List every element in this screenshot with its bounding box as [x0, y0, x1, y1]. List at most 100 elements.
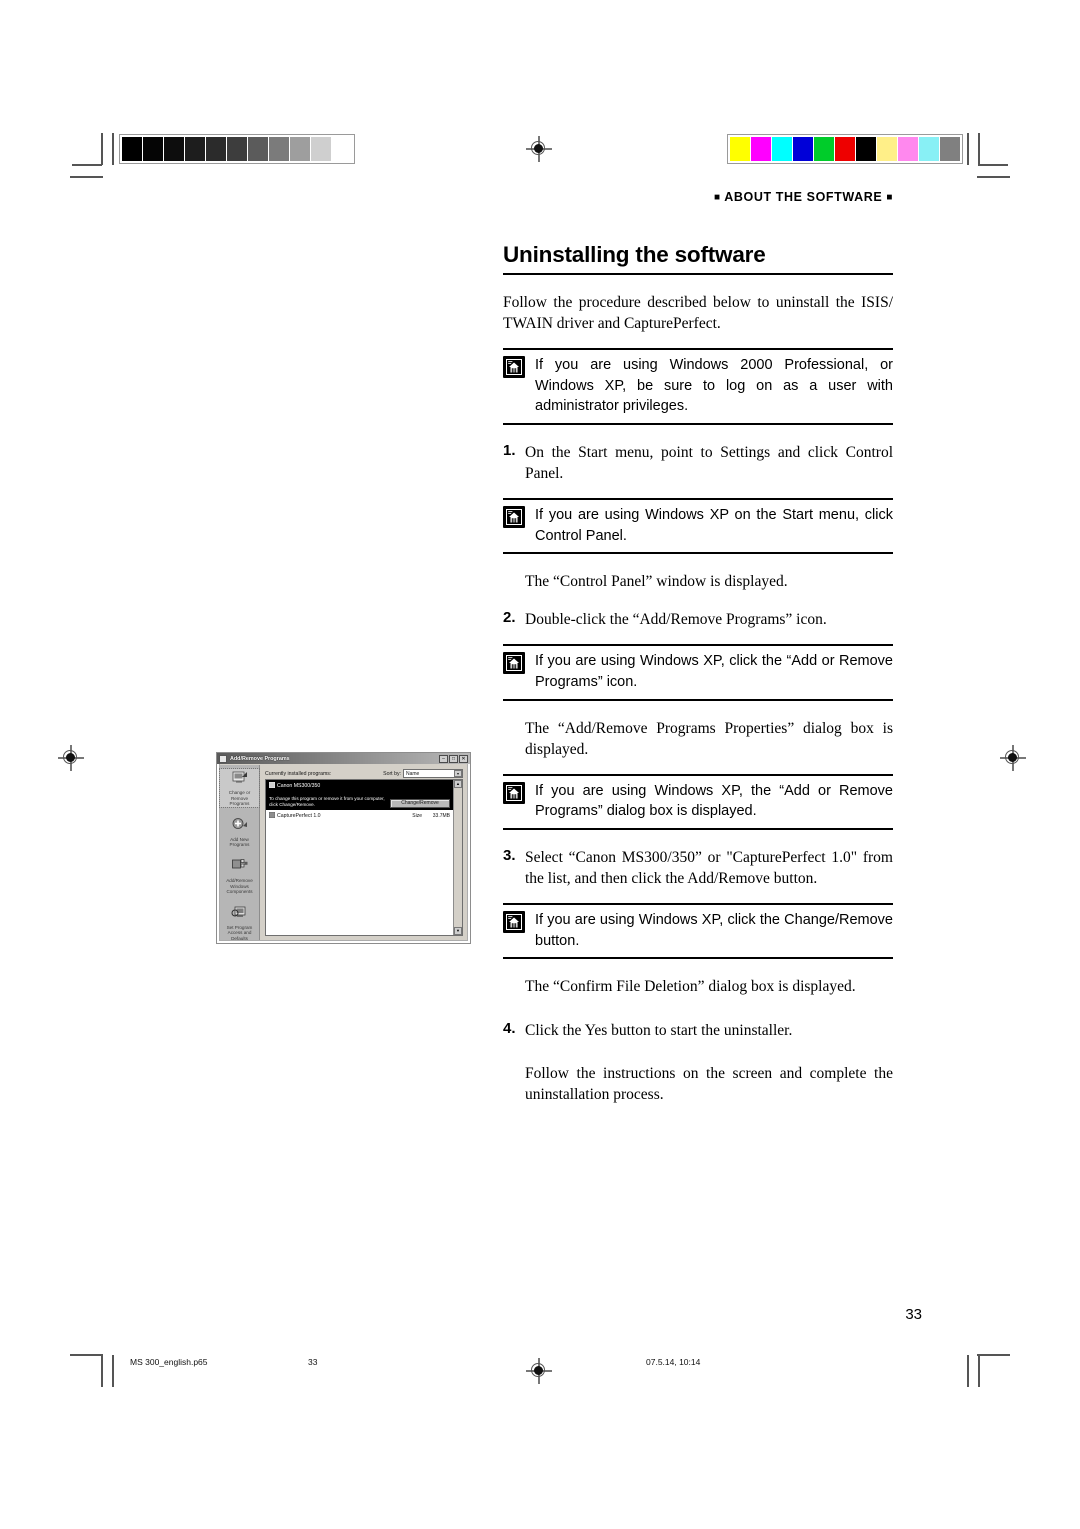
list-scrollbar[interactable]: ▲ ▼	[453, 780, 462, 935]
crop-mark-bottom-right-v	[978, 1355, 980, 1387]
intro-paragraph: Follow the procedure described below to …	[503, 294, 893, 333]
note-callout-1: If you are using Windows 2000 Profession…	[503, 348, 893, 425]
sort-by-value: Name	[406, 770, 420, 777]
scroll-up-arrow-icon[interactable]: ▲	[454, 780, 462, 788]
note-callout-5: If you are using Windows XP, click the C…	[503, 902, 893, 960]
dialog-sidebar: Change or Remove Programs Add New Progra…	[219, 765, 260, 942]
minimize-button[interactable]: –	[439, 754, 448, 763]
crop-mark-bottom-right-v2	[967, 1355, 969, 1387]
color-swatch	[814, 137, 834, 161]
size-value: 33.7MB	[432, 812, 450, 819]
page-number: 33	[905, 1306, 922, 1323]
change-remove-button[interactable]: Change/Remove	[390, 798, 450, 808]
step-1-result: The “Control Panel” window is displayed.	[525, 573, 788, 591]
crop-mark-top-right-h	[978, 164, 1008, 166]
step-4: 4. Click the Yes button to start the uni…	[503, 1020, 893, 1041]
color-swatch	[772, 137, 792, 161]
set-program-access-defaults-icon	[231, 906, 249, 924]
crop-mark-bottom-right-h	[977, 1354, 1010, 1356]
list-item[interactable]: CapturePerfect 1.0 Size 33.7MB	[266, 810, 453, 822]
sidebar-item-change-remove-programs[interactable]: Change or Remove Programs	[219, 768, 260, 808]
note-icon	[503, 652, 525, 675]
color-swatch	[877, 137, 897, 161]
page-content: ■ ABOUT THE SOFTWARE ■ Uninstalling the …	[503, 190, 893, 1105]
color-calibration-bar	[727, 134, 963, 164]
program-rows: Canon MS300/350 To change this program o…	[266, 780, 453, 935]
color-swatch	[856, 137, 876, 161]
footer-file-page: 33	[308, 1357, 318, 1367]
step-1-number: 1.	[503, 441, 516, 459]
add-remove-programs-dialog-figure: Add/Remove Programs – □ ✕ Change or Remo…	[216, 752, 471, 944]
sidebar-item-add-remove-windows-components[interactable]: Add/Remove Windows Components	[220, 857, 259, 895]
sidebar-item-set-program-access-and-defaults[interactable]: Set Program Access and Defaults	[220, 904, 259, 942]
sidebar-item-label: Add/Remove Windows Components	[226, 877, 253, 895]
currently-installed-label: Currently installed programs:	[265, 770, 332, 777]
runhead-square-right: ■	[886, 192, 893, 203]
color-swatch	[730, 137, 750, 161]
crop-mark-top-right-h2	[977, 176, 1010, 178]
step-1-text: On the Start menu, point to Settings and…	[525, 443, 893, 482]
crop-mark-top-left-v2	[112, 133, 114, 165]
chevron-down-icon[interactable]: ▾	[454, 770, 462, 777]
grayscale-swatch	[143, 137, 163, 161]
registration-mark-right-center	[1000, 745, 1026, 771]
grayscale-swatch	[311, 137, 331, 161]
runhead-square-left: ■	[714, 192, 721, 203]
step-4-result: Follow the instructions on the screen an…	[525, 1065, 893, 1104]
step-3-result: The “Confirm File Deletion” dialog box i…	[525, 978, 856, 996]
crop-mark-top-left-h2	[70, 176, 103, 178]
selected-program-actions: To change this program or remove it from…	[269, 790, 450, 808]
list-item-selected[interactable]: Canon MS300/350 To change this program o…	[266, 780, 453, 810]
note-icon	[503, 506, 525, 529]
registration-mark-bottom-center	[526, 1358, 552, 1384]
sort-by-control: Sort by: Name ▾	[383, 769, 463, 778]
color-swatch	[898, 137, 918, 161]
selected-program-name: Canon MS300/350	[277, 783, 321, 789]
grayscale-swatch	[227, 137, 247, 161]
step-3-number: 3.	[503, 846, 516, 864]
note-callout-3: If you are using Windows XP, click the “…	[503, 644, 893, 701]
sidebar-item-add-new-programs[interactable]: Add New Programs	[220, 816, 259, 848]
step-2-result: The “Add/Remove Programs Properties” dia…	[525, 719, 893, 758]
note-text: If you are using Windows XP, click the “…	[535, 653, 893, 690]
note-icon	[503, 781, 525, 804]
grayscale-swatch	[332, 137, 352, 161]
sidebar-item-label: Change or Remove Programs	[228, 790, 251, 807]
program-name: CapturePerfect 1.0	[277, 812, 321, 819]
step-2-text: Double-click the “Add/Remove Programs” i…	[525, 611, 827, 629]
footer-file-name: MS 300_english.p65	[130, 1357, 208, 1367]
registration-mark-left-center	[58, 745, 84, 771]
step-1: 1. On the Start menu, point to Settings …	[503, 442, 893, 484]
note-callout-2: If you are using Windows XP on the Start…	[503, 498, 893, 555]
maximize-button[interactable]: □	[449, 754, 458, 763]
sort-by-select[interactable]: Name ▾	[403, 769, 463, 778]
step-4-number: 4.	[503, 1020, 516, 1038]
page-title: Uninstalling the software	[503, 242, 893, 275]
crop-mark-top-right-v2	[967, 133, 969, 165]
step-3-text: Select “Canon MS300/350” or "CapturePerf…	[525, 848, 893, 887]
scroll-down-arrow-icon[interactable]: ▼	[454, 927, 462, 935]
program-icon	[268, 811, 276, 820]
note-gutter	[503, 646, 535, 698]
crop-mark-top-left-v	[101, 133, 103, 165]
note-text: If you are using Windows 2000 Profession…	[535, 357, 893, 415]
running-head-text: ABOUT THE SOFTWARE	[724, 190, 883, 204]
note-text: If you are using Windows XP, click the C…	[535, 911, 893, 949]
grayscale-swatch	[206, 137, 226, 161]
footer-timestamp: 07.5.14, 10:14	[646, 1357, 701, 1367]
installed-programs-list[interactable]: Canon MS300/350 To change this program o…	[265, 779, 463, 936]
dialog-main-pane: Currently installed programs: Sort by: N…	[261, 765, 467, 940]
sidebar-item-label: Set Program Access and Defaults	[226, 924, 253, 941]
size-label: Size	[412, 812, 422, 819]
grayscale-swatch	[248, 137, 268, 161]
close-button[interactable]: ✕	[459, 754, 468, 763]
note-text: If you are using Windows XP on the Start…	[535, 507, 893, 544]
color-swatch	[751, 137, 771, 161]
note-gutter	[503, 776, 535, 828]
sort-by-label: Sort by:	[383, 770, 401, 777]
registration-mark-top-center	[526, 136, 552, 162]
color-swatch	[835, 137, 855, 161]
step-2: 2. Double-click the “Add/Remove Programs…	[503, 609, 893, 630]
program-name-row: Canon MS300/350	[268, 781, 450, 790]
note-text: If you are using Windows XP, the “Add or…	[535, 782, 893, 820]
